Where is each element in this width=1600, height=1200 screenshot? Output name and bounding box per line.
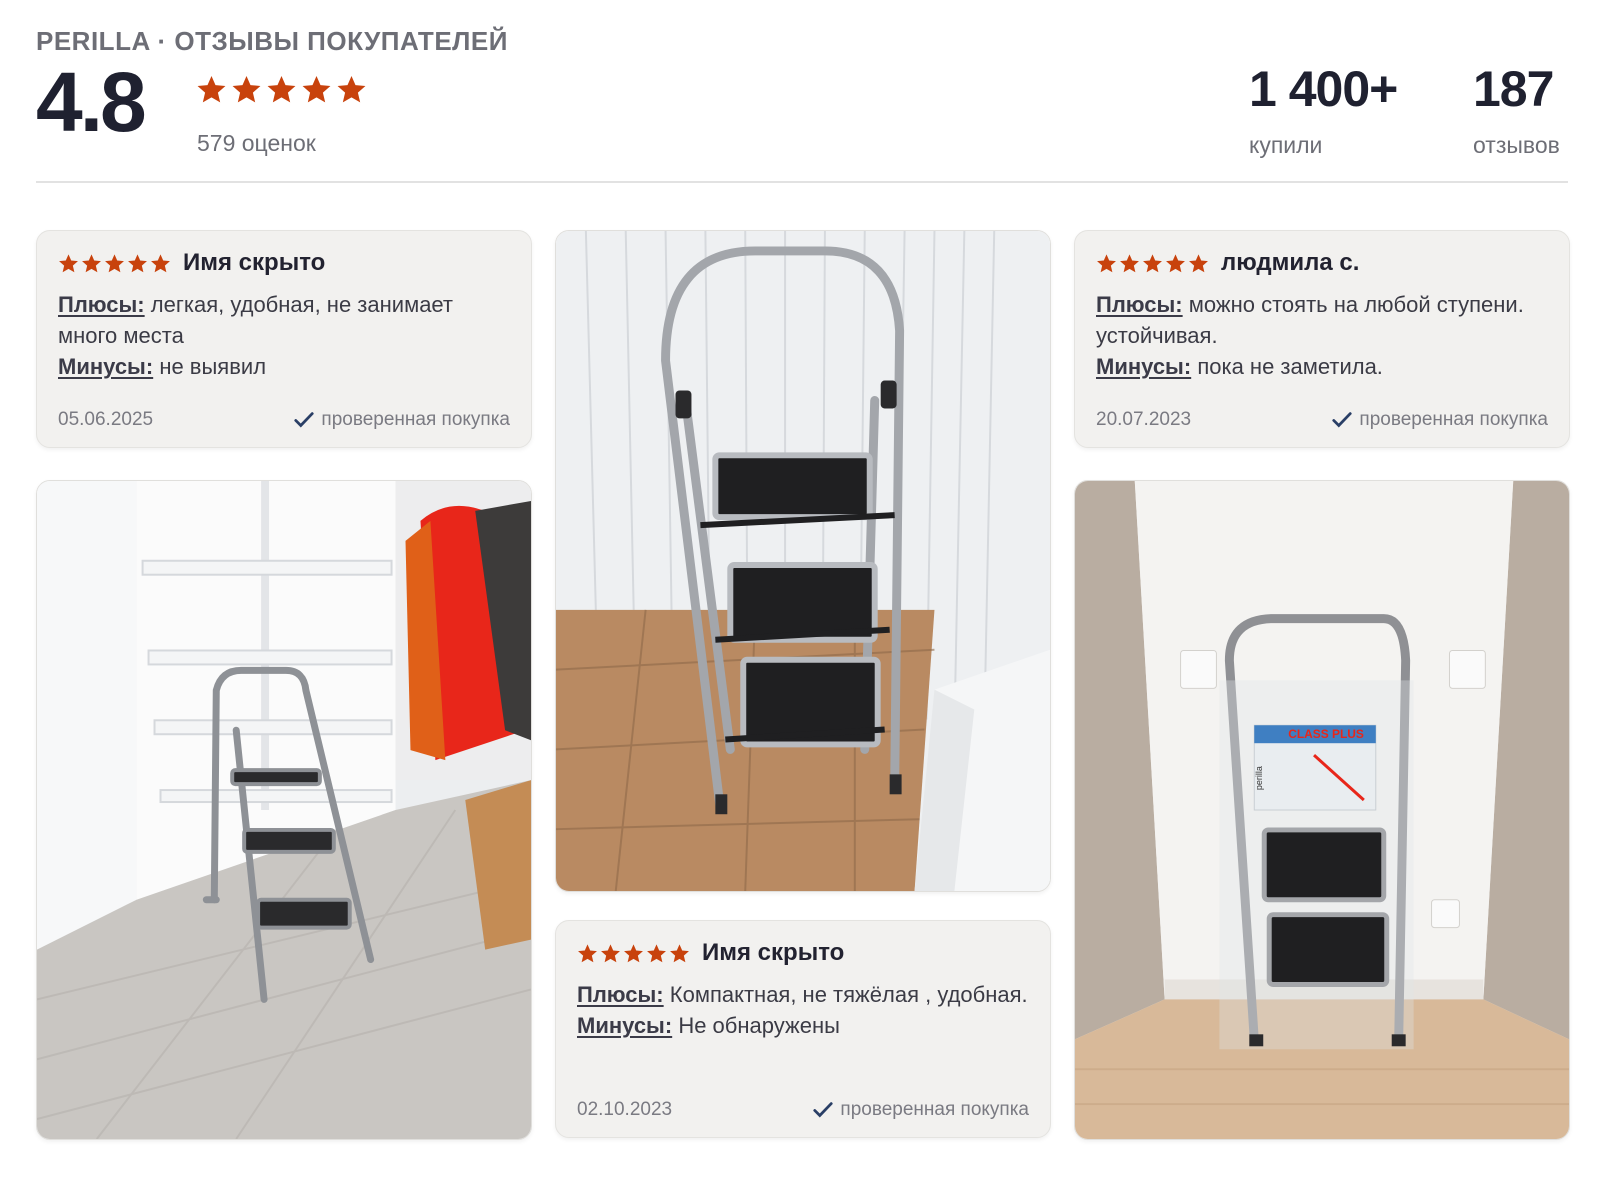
star-icon bbox=[196, 74, 227, 105]
review-card[interactable]: Имя скрыто Плюсы: Компактная, не тяжёлая… bbox=[555, 920, 1051, 1138]
star-icon bbox=[336, 74, 367, 105]
star-icon bbox=[1119, 253, 1140, 274]
checkmark-icon bbox=[294, 412, 315, 428]
verified-label: проверенная покупка bbox=[840, 1099, 1029, 1120]
star-icon bbox=[266, 74, 297, 105]
rating-stars bbox=[196, 74, 367, 105]
review-text: Плюсы: легкая, удобная, не занимает мног… bbox=[58, 289, 513, 382]
star-icon bbox=[577, 943, 598, 964]
star-icon bbox=[623, 943, 644, 964]
stat-reviews[interactable]: 187 отзывов bbox=[1473, 64, 1560, 159]
star-icon bbox=[81, 253, 102, 274]
review-date: 02.10.2023 bbox=[577, 1099, 673, 1120]
ladder-photo-image bbox=[556, 231, 1050, 891]
verified-label: проверенная покупка bbox=[321, 409, 510, 430]
review-date: 20.07.2023 bbox=[1096, 409, 1192, 430]
cons-label: Минусы: bbox=[58, 354, 154, 379]
checkmark-icon bbox=[1332, 412, 1353, 428]
star-icon bbox=[646, 943, 667, 964]
star-icon bbox=[600, 943, 621, 964]
star-icon bbox=[231, 74, 262, 105]
star-icon bbox=[104, 253, 125, 274]
pros-label: Плюсы: bbox=[577, 982, 664, 1007]
star-icon bbox=[150, 253, 171, 274]
page-title: PERILLA · ОТЗЫВЫ ПОКУПАТЕЛЕЙ bbox=[36, 26, 508, 56]
star-icon bbox=[1188, 253, 1209, 274]
ladder-photo-image: CLASS PLUS perilla bbox=[1075, 481, 1569, 1139]
star-icon bbox=[669, 943, 690, 964]
review-photo-balcony[interactable] bbox=[555, 230, 1051, 892]
review-author: Имя скрыто bbox=[702, 939, 845, 966]
cons-text: пока не заметила. bbox=[1197, 354, 1383, 379]
package-title: CLASS PLUS bbox=[1288, 727, 1364, 741]
review-stars bbox=[58, 253, 171, 274]
cons-text: не выявил bbox=[159, 354, 267, 379]
star-icon bbox=[301, 74, 332, 105]
review-stars bbox=[1096, 253, 1209, 274]
rating-count[interactable]: 579 оценок bbox=[197, 130, 316, 157]
review-text: Плюсы: Компактная, не тяжёлая , удобная.… bbox=[577, 979, 1032, 1041]
verified-badge: проверенная покупка bbox=[293, 409, 510, 431]
review-photo-closet[interactable] bbox=[36, 480, 532, 1140]
ladder-photo-image bbox=[37, 481, 531, 1139]
star-icon bbox=[1165, 253, 1186, 274]
header-divider bbox=[36, 181, 1568, 183]
review-author: людмила с. bbox=[1221, 249, 1360, 276]
cons-text: Не обнаружены bbox=[678, 1013, 840, 1038]
cons-label: Минусы: bbox=[1096, 354, 1192, 379]
review-date: 05.06.2025 bbox=[58, 409, 154, 430]
review-card[interactable]: людмила с. Плюсы: можно стоять на любой … bbox=[1074, 230, 1570, 448]
review-photo-wall[interactable]: CLASS PLUS perilla bbox=[1074, 480, 1570, 1140]
stat-bought-value: 1 400+ bbox=[1249, 61, 1398, 117]
stat-bought-label: купили bbox=[1249, 132, 1323, 158]
review-stars bbox=[577, 943, 690, 964]
star-icon bbox=[1142, 253, 1163, 274]
verified-label: проверенная покупка bbox=[1359, 409, 1548, 430]
verified-badge: проверенная покупка bbox=[1331, 409, 1548, 431]
stat-bought: 1 400+ купили bbox=[1249, 61, 1398, 159]
star-icon bbox=[1096, 253, 1117, 274]
pros-label: Плюсы: bbox=[58, 292, 145, 317]
star-icon bbox=[58, 253, 79, 274]
star-icon bbox=[127, 253, 148, 274]
pros-text: Компактная, не тяжёлая , удобная. bbox=[669, 982, 1028, 1007]
stat-reviews-label: отзывов bbox=[1473, 132, 1560, 158]
review-text: Плюсы: можно стоять на любой ступени. ус… bbox=[1096, 289, 1551, 382]
review-card[interactable]: Имя скрыто Плюсы: легкая, удобная, не за… bbox=[36, 230, 532, 448]
checkmark-icon bbox=[813, 1102, 834, 1118]
average-rating: 4.8 bbox=[36, 55, 147, 149]
stat-reviews-value: 187 bbox=[1473, 61, 1554, 117]
verified-badge: проверенная покупка bbox=[812, 1099, 1029, 1121]
review-author: Имя скрыто bbox=[183, 249, 326, 276]
pros-label: Плюсы: bbox=[1096, 292, 1183, 317]
cons-label: Минусы: bbox=[577, 1013, 673, 1038]
package-brand: perilla bbox=[1254, 766, 1264, 790]
